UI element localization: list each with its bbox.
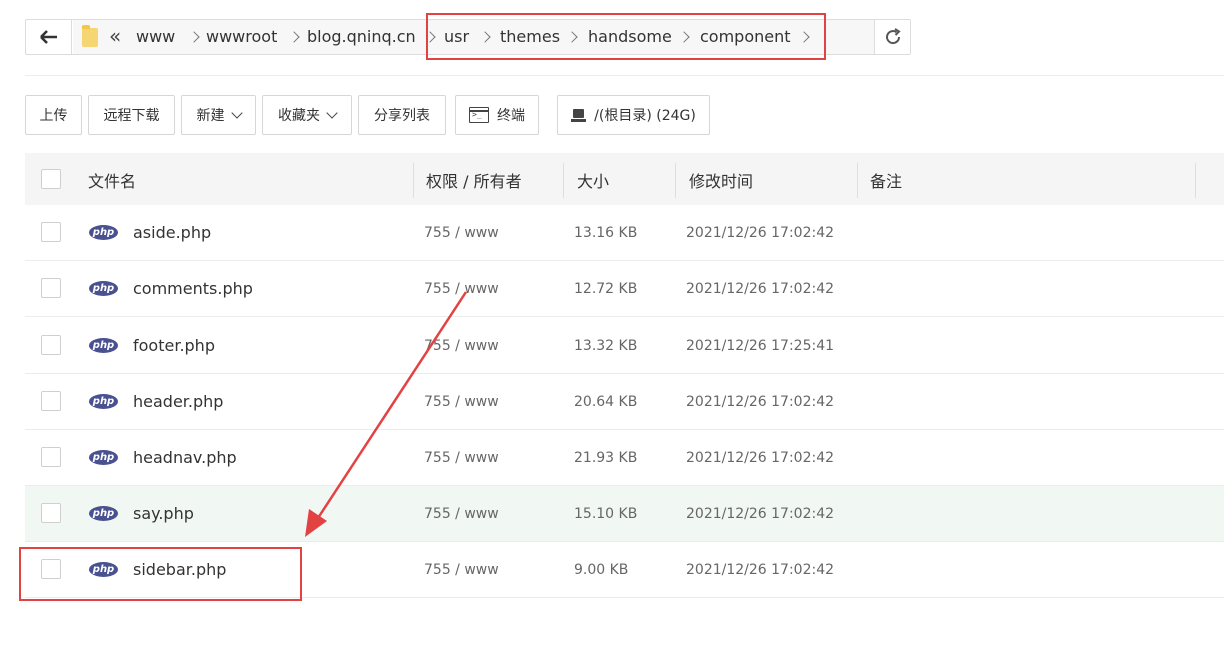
upload-button[interactable]: 上传 [25,95,82,135]
file-modified: 2021/12/26 17:02:42 [686,225,835,241]
refresh-icon [885,28,901,45]
file-permission[interactable]: 755 / www [424,318,499,374]
chevron-right-icon [188,30,200,44]
file-name[interactable]: comments.php [133,261,253,317]
file-modified: 2021/12/26 17:02:42 [686,394,835,410]
file-permission[interactable]: 755 / www [424,486,499,542]
php-file-icon: php [89,281,118,296]
breadcrumb-www[interactable]: www [136,27,175,47]
breadcrumb-wwwroot[interactable]: wwwroot [206,27,277,47]
column-header-modified[interactable]: 修改时间 [689,153,753,205]
folder-icon [82,25,98,47]
file-name[interactable]: aside.php [133,205,211,261]
table-row[interactable]: php header.php 755 / www 20.64 KB 2021/1… [25,374,1224,430]
disk-button[interactable]: /(根目录) (24G) [557,95,710,135]
refresh-button[interactable] [874,20,910,54]
remote-download-button[interactable]: 远程下载 [88,95,175,135]
new-label: 新建 [196,108,225,124]
terminal-label: 终端 [497,108,525,124]
php-file-icon: php [89,394,118,409]
column-divider [857,163,858,198]
file-size: 13.16 KB [574,225,638,241]
column-header-permission[interactable]: 权限 / 所有者 [426,153,522,205]
terminal-icon [469,107,489,123]
table-row[interactable]: php say.php 755 / www 15.10 KB 2021/12/2… [25,486,1224,542]
favorites-label: 收藏夹 [278,108,320,124]
file-modified: 2021/12/26 17:02:42 [686,450,835,466]
file-size: 21.93 KB [574,450,638,466]
file-size: 9.00 KB [574,562,629,578]
table-row[interactable]: php comments.php 755 / www 12.72 KB 2021… [25,261,1224,317]
file-permission[interactable]: 755 / www [424,374,499,430]
file-size: 15.10 KB [574,506,638,522]
column-divider [413,163,414,198]
file-name[interactable]: headnav.php [133,430,237,486]
share-list-label: 分享列表 [374,108,430,124]
column-header-size[interactable]: 大小 [577,153,609,205]
php-file-icon: php [89,450,118,465]
column-divider [675,163,676,198]
file-size: 20.64 KB [574,394,638,410]
column-divider [563,163,564,198]
file-permission[interactable]: 755 / www [424,430,499,486]
arrow-left-icon [39,30,57,44]
chevron-down-icon [326,106,338,119]
php-file-icon: php [89,225,118,240]
row-checkbox[interactable] [41,447,61,467]
file-permission[interactable]: 755 / www [424,542,499,598]
file-modified: 2021/12/26 17:02:42 [686,281,835,297]
row-checkbox[interactable] [41,278,61,298]
highlight-box-sidebar-file [19,547,302,601]
table-row[interactable]: php headnav.php 755 / www 21.93 KB 2021/… [25,430,1224,486]
row-checkbox[interactable] [41,391,61,411]
disk-icon [571,108,587,122]
file-modified: 2021/12/26 17:25:41 [686,338,835,354]
php-file-icon: php [89,506,118,521]
upload-label: 上传 [39,108,68,124]
favorites-dropdown-button[interactable]: 收藏夹 [262,95,352,135]
chevron-right-icon [288,30,300,44]
new-dropdown-button[interactable]: 新建 [181,95,256,135]
row-checkbox[interactable] [41,222,61,242]
divider [25,75,1224,76]
file-size: 13.32 KB [574,338,638,354]
file-name[interactable]: say.php [133,486,194,542]
column-divider [1195,163,1196,198]
terminal-button[interactable]: 终端 [455,95,539,135]
file-size: 12.72 KB [574,281,638,297]
remote-download-label: 远程下载 [103,108,160,124]
breadcrumb-blog[interactable]: blog.qninq.cn [307,27,416,47]
select-all-checkbox[interactable] [41,169,61,189]
php-file-icon: php [89,338,118,353]
file-permission[interactable]: 755 / www [424,205,499,261]
share-list-button[interactable]: 分享列表 [358,95,446,135]
column-header-note[interactable]: 备注 [870,153,902,205]
highlight-box-breadcrumb [426,13,826,60]
double-chevron-left-icon[interactable]: « [109,24,121,48]
row-checkbox[interactable] [41,335,61,355]
table-row[interactable]: php footer.php 755 / www 13.32 KB 2021/1… [25,318,1224,374]
file-permission[interactable]: 755 / www [424,261,499,317]
back-button[interactable] [26,20,72,54]
table-row[interactable]: php aside.php 755 / www 13.16 KB 2021/12… [25,205,1224,261]
disk-label: /(根目录) (24G) [594,108,696,124]
chevron-down-icon [230,106,243,119]
row-checkbox[interactable] [41,503,61,523]
column-header-name[interactable]: 文件名 [88,153,136,205]
file-name[interactable]: header.php [133,374,223,430]
table-header: 文件名 权限 / 所有者 大小 修改时间 备注 [25,153,1224,205]
file-name[interactable]: footer.php [133,318,215,374]
file-modified: 2021/12/26 17:02:42 [686,562,835,578]
file-modified: 2021/12/26 17:02:42 [686,506,835,522]
